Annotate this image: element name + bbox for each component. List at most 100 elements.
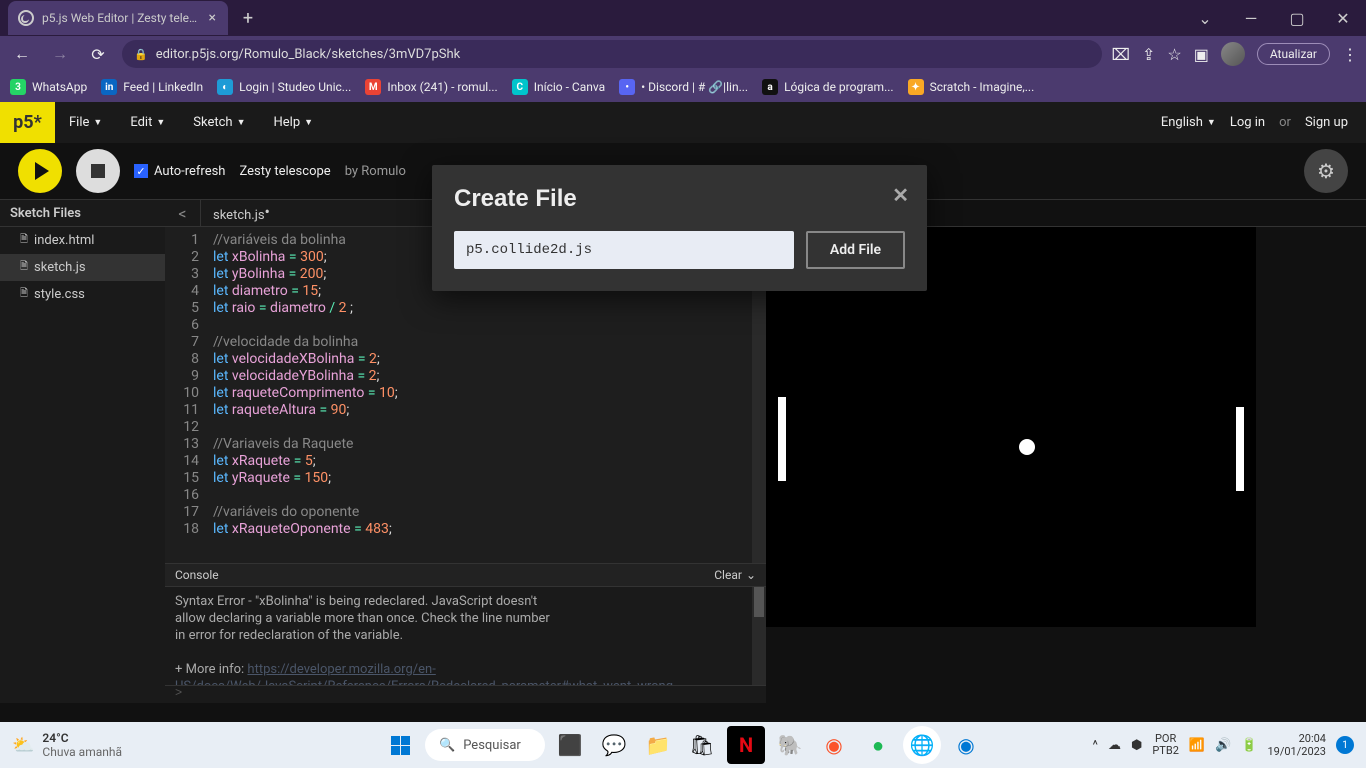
bookmark-label: Início - Canva	[534, 80, 605, 94]
update-button[interactable]: Atualizar	[1257, 43, 1330, 65]
menu-sketch[interactable]: Sketch▼	[179, 102, 259, 143]
filename-input[interactable]	[454, 231, 794, 269]
bookmark-item[interactable]: aLógica de program...	[762, 79, 894, 95]
active-file-tab[interactable]: sketch.js•	[201, 204, 282, 223]
bookmark-item[interactable]: CInício - Canva	[512, 79, 605, 95]
back-icon[interactable]: ←	[8, 40, 36, 68]
scrollbar[interactable]	[752, 587, 766, 685]
file-name: style.css	[34, 287, 85, 302]
menu-edit[interactable]: Edit▼	[116, 102, 179, 143]
stop-button[interactable]	[76, 149, 120, 193]
new-tab-button[interactable]: +	[234, 4, 262, 32]
star-icon[interactable]: ☆	[1167, 45, 1181, 64]
sketch-name[interactable]: Zesty telescope	[239, 164, 330, 179]
share-icon[interactable]: ⇪	[1142, 45, 1155, 64]
console-header: Console	[175, 568, 219, 582]
chat-icon[interactable]: 💬	[595, 726, 633, 764]
url-text: editor.p5js.org/Romulo_Black/sketches/3m…	[156, 47, 461, 62]
profile-avatar[interactable]	[1221, 42, 1245, 66]
menu-help[interactable]: Help▼	[259, 102, 327, 143]
bookmark-label: Login | Studeo Unic...	[239, 80, 351, 94]
unsaved-dot-icon: •	[265, 202, 270, 221]
language-indicator[interactable]: PORPTB2	[1152, 733, 1179, 757]
paddle-right	[1236, 407, 1244, 491]
p5-logo[interactable]: p5*	[0, 102, 55, 143]
menu-icon[interactable]: ⋮	[1342, 45, 1358, 64]
store-icon[interactable]: 🛍	[683, 726, 721, 764]
add-file-button[interactable]: Add File	[806, 231, 905, 269]
explorer-icon[interactable]: 📁	[639, 726, 677, 764]
close-icon[interactable]: ×	[209, 10, 216, 26]
start-button[interactable]	[381, 726, 419, 764]
close-window-icon[interactable]: ✕	[1320, 0, 1366, 36]
lock-icon: 🔒	[134, 48, 148, 61]
signup-link[interactable]: Sign up	[1305, 115, 1348, 130]
address-bar[interactable]: 🔒 editor.p5js.org/Romulo_Black/sketches/…	[122, 40, 1102, 68]
bookmark-favicon: ◐	[217, 79, 233, 95]
chevron-down-icon[interactable]: ⌄	[1182, 0, 1228, 36]
weather-widget[interactable]: ⛅ 24°C Chuva amanhã	[12, 731, 122, 759]
minimize-icon[interactable]: —	[1228, 0, 1274, 36]
netflix-icon[interactable]: N	[727, 726, 765, 764]
spotify-icon[interactable]: ●	[859, 726, 897, 764]
onedrive-icon[interactable]: ☁	[1108, 738, 1121, 753]
tray-chevron-icon[interactable]: ^	[1093, 738, 1098, 753]
play-button[interactable]	[18, 149, 62, 193]
console-input[interactable]: >	[165, 685, 766, 703]
language-select[interactable]: English▼	[1161, 102, 1216, 143]
edge-icon[interactable]: ◉	[947, 726, 985, 764]
file-name: index.html	[34, 233, 94, 248]
bookmark-label: Inbox (241) - romul...	[387, 80, 497, 94]
notification-badge[interactable]: 1	[1336, 736, 1354, 754]
caret-down-icon: ▼	[93, 117, 102, 128]
gear-icon[interactable]: ⚙	[1304, 149, 1348, 193]
close-icon[interactable]: ✕	[892, 183, 909, 207]
bookmark-item[interactable]: inFeed | LinkedIn	[101, 79, 203, 95]
file-icon: 🗎	[20, 286, 28, 303]
bookmark-item[interactable]: • • Discord | # 🔗|lin...	[619, 79, 748, 95]
evernote-icon[interactable]: 🐘	[771, 726, 809, 764]
login-link[interactable]: Log in	[1230, 115, 1265, 130]
paddle-left	[778, 397, 786, 481]
modal-title: Create File	[454, 185, 905, 213]
console-clear-button[interactable]: Clear ⌄	[714, 568, 756, 582]
clock[interactable]: 20:0419/01/2023	[1267, 732, 1326, 758]
weather-icon: ⛅	[12, 735, 34, 756]
wifi-icon[interactable]: 📶	[1189, 738, 1205, 753]
console-link[interactable]: https://developer.mozilla.org/en-US/docs…	[175, 662, 673, 685]
menu-file[interactable]: File▼	[55, 102, 116, 143]
auto-refresh-toggle[interactable]: ✓ Auto-refresh	[134, 164, 225, 179]
dropbox-icon[interactable]: ⬢	[1131, 738, 1142, 753]
checkbox-checked-icon: ✓	[134, 164, 148, 178]
taskbar-search[interactable]: 🔍Pesquisar	[425, 729, 545, 761]
bookmark-label: Scratch - Imagine,...	[930, 80, 1035, 94]
file-item[interactable]: 🗎 index.html	[0, 227, 165, 254]
file-item[interactable]: 🗎sketch.js	[0, 254, 165, 281]
bookmark-favicon: ✦	[908, 79, 924, 95]
maximize-icon[interactable]: ▢	[1274, 0, 1320, 36]
brave-icon[interactable]: ◉	[815, 726, 853, 764]
chrome-icon[interactable]: 🌐	[903, 726, 941, 764]
bookmark-label: • Discord | # 🔗|lin...	[641, 80, 748, 94]
caret-down-icon: ▼	[1207, 117, 1216, 128]
globe-icon	[18, 10, 34, 26]
bookmark-item[interactable]: ✦ Scratch - Imagine,...	[908, 79, 1035, 95]
bookmark-item[interactable]: MInbox (241) - romul...	[365, 79, 497, 95]
task-view-icon[interactable]: ⬛	[551, 726, 589, 764]
battery-icon[interactable]: 🔋	[1241, 738, 1257, 753]
weather-condition: Chuva amanhã	[42, 745, 122, 759]
bookmark-item[interactable]: ◐ Login | Studeo Unic...	[217, 79, 351, 95]
extensions-icon[interactable]: ▣	[1194, 45, 1209, 64]
bookmark-label: Lógica de program...	[784, 80, 894, 94]
volume-icon[interactable]: 🔊	[1215, 738, 1231, 753]
bookmark-item[interactable]: 3WhatsApp	[10, 79, 87, 95]
file-icon: 🗎	[20, 232, 28, 249]
file-icon: 🗎	[20, 259, 28, 276]
browser-tab[interactable]: p5.js Web Editor | Zesty telescope ×	[8, 1, 228, 35]
translate-icon[interactable]: ⌧	[1112, 45, 1130, 64]
bookmark-label: WhatsApp	[32, 80, 87, 94]
collapse-sidebar-icon[interactable]: <	[165, 199, 201, 227]
reload-icon[interactable]: ⟳	[84, 40, 112, 68]
file-item[interactable]: 🗎 style.css	[0, 281, 165, 308]
bookmark-favicon: •	[619, 79, 635, 95]
